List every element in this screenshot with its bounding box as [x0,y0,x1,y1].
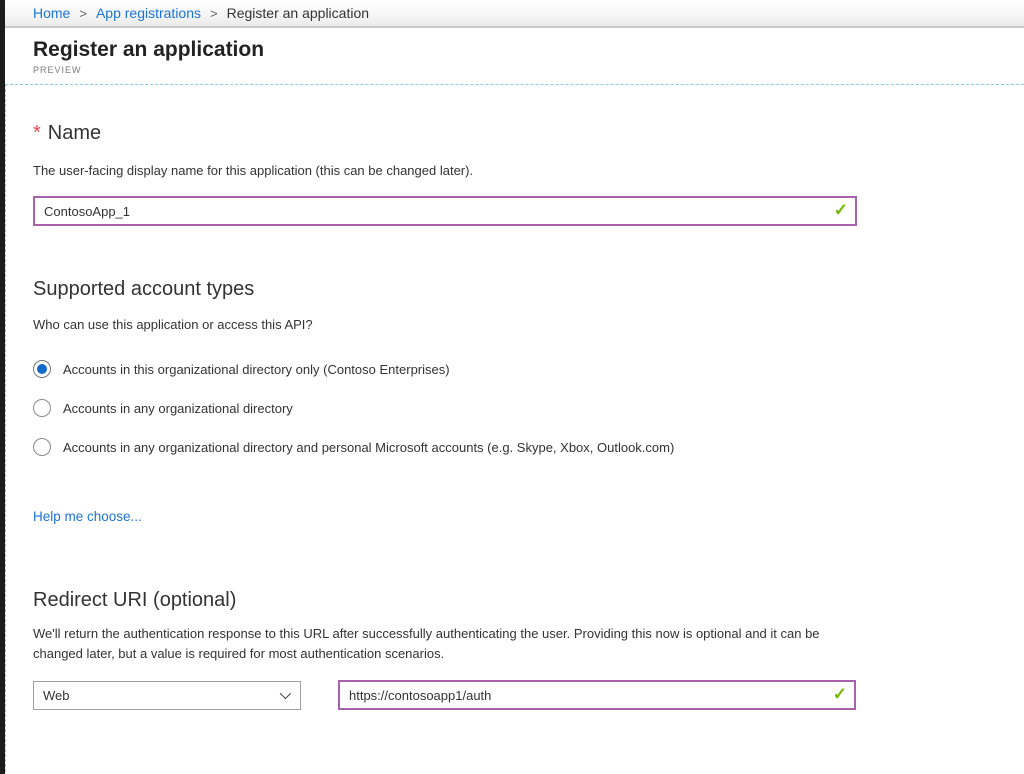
help-me-choose-link[interactable]: Help me choose... [33,509,142,524]
radio-option-label: Accounts in any organizational directory… [63,440,674,455]
blade-header: Register an application PREVIEW [5,28,1024,84]
radio-option-multitenant[interactable]: Accounts in any organizational directory [33,398,1024,418]
azure-portal-window: Home > App registrations > Register an a… [0,0,1024,774]
radio-selected-icon [33,360,51,378]
breadcrumb-separator-icon: > [79,6,87,21]
account-types-radio-group: Accounts in this organizational director… [33,359,1024,457]
radio-option-label: Accounts in any organizational directory [63,401,293,416]
name-heading-label: Name [48,122,101,144]
page-title: Register an application [33,37,1024,63]
breadcrumb-home-link[interactable]: Home [33,5,70,21]
name-section-heading: * Name [33,120,1024,147]
name-section-description: The user-facing display name for this ap… [33,162,1024,180]
redirect-uri-row: Web ✓ [33,680,1024,710]
account-types-description: Who can use this application or access t… [33,316,1024,334]
blade-content: * Name The user-facing display name for t… [5,84,1024,772]
preview-badge: PREVIEW [33,65,1024,75]
radio-unselected-icon [33,399,51,417]
app-name-input[interactable] [33,196,857,226]
radio-option-multitenant-personal[interactable]: Accounts in any organizational directory… [33,437,1024,457]
chevron-down-icon [280,688,291,699]
redirect-uri-heading: Redirect URI (optional) [33,587,1024,614]
breadcrumb-separator-icon: > [210,6,218,21]
radio-option-single-tenant[interactable]: Accounts in this organizational director… [33,359,1024,379]
platform-select-value: Web [43,688,70,703]
platform-select[interactable]: Web [33,681,301,710]
account-types-heading: Supported account types [33,276,1024,303]
required-asterisk: * [33,122,41,144]
register-application-blade: Home > App registrations > Register an a… [5,0,1024,774]
redirect-uri-input[interactable] [338,680,856,710]
name-input-container: ✓ [33,196,857,226]
redirect-uri-description: We'll return the authentication response… [33,624,845,663]
radio-unselected-icon [33,438,51,456]
radio-option-label: Accounts in this organizational director… [63,362,450,377]
breadcrumb-current-page: Register an application [227,5,369,21]
breadcrumb-app-registrations-link[interactable]: App registrations [96,5,201,21]
uri-input-container: ✓ [338,680,856,710]
breadcrumb: Home > App registrations > Register an a… [5,0,1024,28]
